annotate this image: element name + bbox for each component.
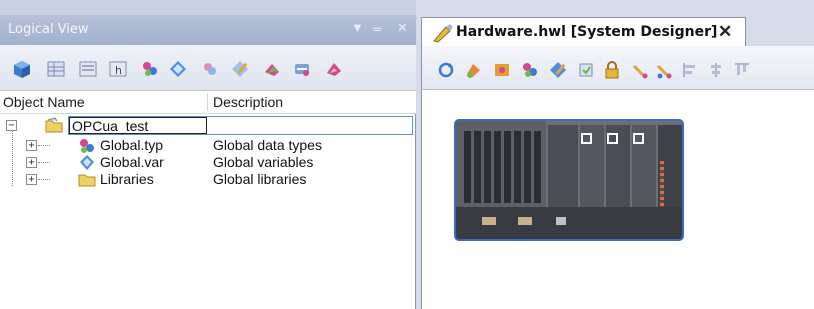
module-rib: [534, 131, 541, 203]
tree-root-row[interactable]: − OPCua_test: [0, 116, 416, 135]
insert-module-icon[interactable]: [464, 60, 484, 80]
transfer-icon[interactable]: [292, 59, 312, 79]
data-types-icon: [80, 139, 94, 153]
hardware-editor-panel: Hardware.hwl [System Designer] ✕: [417, 0, 814, 309]
logical-view-title: Logical View: [8, 22, 89, 37]
system-designer-icon: [433, 24, 453, 43]
slot-selection-marker[interactable]: [633, 133, 644, 144]
diagnose-icon[interactable]: [324, 59, 344, 79]
tree-item-label: Libraries: [100, 171, 154, 187]
tree-item-description: Global variables: [213, 154, 314, 170]
workspace: Logical View ▼ ᚚ ✕ h Object Name Descrip…: [0, 0, 814, 309]
tree-item-description: Global data types: [213, 137, 322, 153]
tools-icon[interactable]: [654, 60, 674, 80]
panel-menu-dropdown-icon[interactable]: ▼: [351, 20, 364, 35]
expand-toggle[interactable]: +: [26, 140, 37, 151]
module-rib: [484, 131, 491, 203]
column-header-description[interactable]: Description: [213, 94, 283, 110]
refresh-icon[interactable]: [436, 60, 456, 80]
edit-variable-icon[interactable]: [230, 59, 250, 79]
tree-item-global-typ[interactable]: + Global.typ Global data types: [0, 137, 416, 154]
module-rib: [504, 131, 511, 203]
hardware-canvas[interactable]: [421, 90, 814, 309]
close-tab-icon[interactable]: ✕: [718, 22, 732, 42]
expand-toggle[interactable]: +: [26, 174, 37, 185]
svg-text:h: h: [115, 64, 122, 77]
align-left-icon[interactable]: [680, 60, 700, 80]
tree-item-libraries[interactable]: + Libraries Global libraries: [0, 171, 416, 188]
logical-view-toolbar: h: [0, 45, 416, 91]
module-rib: [524, 131, 531, 203]
tab-hardware-hwl[interactable]: Hardware.hwl [System Designer] ✕: [421, 17, 746, 46]
expand-toggle[interactable]: +: [26, 157, 37, 168]
variables-icon: [80, 155, 94, 170]
align-center-icon[interactable]: [706, 60, 726, 80]
variables-icon[interactable]: [168, 59, 188, 79]
column-separator[interactable]: [207, 93, 208, 111]
plc-hardware-rack[interactable]: [454, 119, 684, 241]
tree-root-label[interactable]: OPCua_test: [69, 117, 207, 134]
align-top-icon[interactable]: [732, 60, 752, 80]
close-panel-icon[interactable]: ✕: [397, 20, 408, 36]
column-header-object-name[interactable]: Object Name: [3, 94, 85, 110]
column-header-row: Object Name Description: [0, 91, 416, 114]
module-rib: [494, 131, 501, 203]
tree-connector-dots: [38, 179, 50, 180]
hardware-toolbar: [421, 46, 814, 90]
tab-title: Hardware.hwl [System Designer]: [456, 24, 718, 40]
tree-item-description: Global libraries: [213, 171, 307, 187]
slot-selection-marker[interactable]: [581, 133, 592, 144]
slot-selection-marker[interactable]: [607, 133, 618, 144]
lock-icon[interactable]: [602, 60, 622, 80]
paint-icon[interactable]: [492, 60, 512, 80]
add-datatype-icon[interactable]: [200, 59, 220, 79]
panel-top-strip: [0, 0, 416, 15]
connector: [482, 217, 496, 225]
collapse-toggle[interactable]: −: [6, 120, 17, 131]
folder-icon: [78, 174, 96, 187]
connector: [556, 217, 566, 225]
logical-view-tree: − OPCua_test + Global.typ Global data ty…: [0, 114, 416, 309]
module-rib: [474, 131, 481, 203]
comment-icon[interactable]: [630, 60, 650, 80]
data-types-icon[interactable]: [520, 60, 540, 80]
module-rib: [464, 131, 471, 203]
tree-connector-dots: [38, 145, 50, 146]
compile-icon[interactable]: [576, 60, 596, 80]
help-window-icon[interactable]: h: [108, 59, 128, 79]
data-types-icon[interactable]: [140, 59, 160, 79]
tree-item-label: Global.typ: [100, 137, 164, 153]
module-rib: [514, 131, 521, 203]
tree-connector-dots: [38, 162, 50, 163]
logical-view-panel: Logical View ▼ ᚚ ✕ h Object Name Descrip…: [0, 0, 416, 309]
list-window-icon[interactable]: [78, 59, 98, 79]
tree-item-global-var[interactable]: + Global.var Global variables: [0, 154, 416, 171]
project-folder-icon: [45, 117, 63, 133]
logical-view-titlebar: Logical View ▼ ᚚ ✕: [0, 15, 416, 45]
cube-icon[interactable]: [12, 59, 32, 79]
edit-variable-icon[interactable]: [548, 60, 568, 80]
grid-icon[interactable]: [46, 59, 66, 79]
tree-item-label: Global.var: [100, 154, 164, 170]
compile-icon[interactable]: [262, 59, 282, 79]
connector: [518, 217, 532, 225]
pin-icon[interactable]: ᚚ: [373, 20, 382, 36]
